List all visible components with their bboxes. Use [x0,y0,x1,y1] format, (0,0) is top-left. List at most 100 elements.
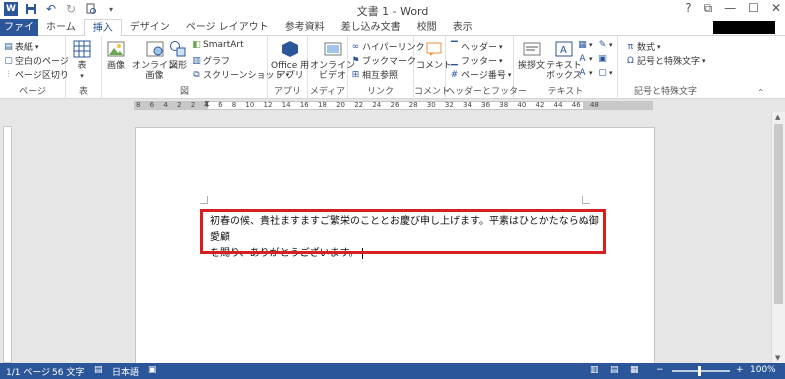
cover-page-button[interactable]: ▤ 表紙 ▾ [4,40,38,54]
text-box-icon: A [554,39,574,59]
maximize-button[interactable]: ☐ [748,1,759,16]
shapes-button[interactable]: 図形 [168,39,188,71]
group-header-footer: ▔ ヘッダー ▾ ▁ フッター ▾ # ページ番号 ▾ ヘッダーとフッター [446,36,528,99]
zoom-out-icon[interactable]: − [656,365,664,375]
chevron-down-icon: ▾ [702,56,706,65]
equation-button[interactable]: π 数式 ▾ [626,40,661,54]
page-break-button[interactable]: ⫶ ページ区切り [4,68,68,82]
picture-icon [106,39,126,59]
cross-reference-button[interactable]: ⊞ 相互参照 [351,68,398,82]
tab-home[interactable]: ホーム [38,19,84,36]
language[interactable]: 日本語 [112,365,139,378]
close-button[interactable]: ✕ [771,1,781,16]
group-media: オンライン ビデオ メディア [308,36,355,99]
minimize-button[interactable]: — [724,1,736,16]
tab-file[interactable]: ファイル [0,19,38,50]
scroll-up-icon[interactable]: ▲ [775,113,780,121]
tab-review[interactable]: 校閲 [409,19,445,36]
tab-view[interactable]: 表示 [445,19,481,36]
object-button[interactable]: ▢ ▾ [598,68,612,78]
chevron-down-icon: ▾ [589,68,593,77]
online-video-icon [323,39,343,59]
page-number-icon: # [450,69,459,80]
ribbon-display-button[interactable]: ⧉ [704,1,713,16]
quick-parts-button[interactable]: ▦ ▾ [578,40,593,50]
tab-insert[interactable]: 挿入 [83,19,122,37]
tab-page-layout[interactable]: ページ レイアウト [178,19,277,36]
group-label-text: テキスト [547,87,584,97]
table-button[interactable]: 表 ▾ [72,39,92,81]
text-box-button[interactable]: A テキスト ボックス [546,39,582,81]
chart-button[interactable]: ▥ グラフ [192,54,230,68]
page-break-icon: ⫶ [7,69,10,80]
zoom-slider-thumb[interactable] [698,366,701,376]
print-layout-icon[interactable]: ▤ [610,365,619,375]
ribbon-insert: ▤ 表紙 ▾ ▢ 空白のページ ⫶ ページ区切り ページ 表 ▾ 表 画像 オン… [0,36,785,99]
scroll-thumb[interactable] [774,124,783,304]
crop-mark-top-right [582,196,590,204]
chevron-down-icon: ▾ [589,54,593,63]
calendar-icon: ▣ [598,53,607,64]
highlight-box [200,209,606,254]
vertical-scrollbar[interactable]: ▲ ▼ [771,112,785,363]
group-tables: 表 ▾ 表 [66,36,102,99]
help-button[interactable]: ? [685,1,691,16]
proofing-icon[interactable]: ▤ [94,365,103,375]
signature-line-button[interactable]: ✎ ▾ [598,40,613,50]
tab-design[interactable]: デザイン [122,19,178,36]
scroll-down-icon[interactable]: ▼ [775,354,780,362]
horizontal-ruler[interactable]: 8 6 4 2 2 4 6 8 10 12 14 16 18 20 22 24 … [0,99,785,112]
link-icon: ∞ [351,41,360,52]
page-number-button[interactable]: # ページ番号 ▾ [450,68,512,82]
vertical-ruler-track [3,126,12,363]
date-time-button[interactable]: ▣ [598,53,607,64]
wordart-button[interactable]: A ▾ [578,53,593,64]
office-apps-button[interactable]: Office 用 アプリ [271,39,309,81]
read-mode-icon[interactable]: ▥ [590,365,599,375]
drop-cap-button[interactable]: A ▾ [578,67,593,78]
group-links: ∞ ハイパーリンク ⚑ ブックマーク ⊞ 相互参照 リンク [348,36,425,99]
group-label-illustrations: 図 [179,87,189,97]
omega-icon: Ω [627,55,634,66]
footer-button[interactable]: ▁ フッター ▾ [450,54,503,68]
header-icon: ▔ [451,41,458,52]
vertical-ruler [0,112,15,363]
group-pages: ▤ 表紙 ▾ ▢ 空白のページ ⫶ ページ区切り ページ [0,36,69,99]
collapse-ribbon-icon[interactable]: ⌃ [757,88,764,97]
zoom-in-icon[interactable]: + [736,365,744,375]
user-account[interactable] [713,21,775,34]
picture-button[interactable]: 画像 [106,39,126,71]
group-text: 挨拶文 A テキスト ボックス ▦ ▾ A ▾ A ▾ ✎ ▾ ▣ ▢ ▾ テキスト [514,36,618,99]
tab-mailings[interactable]: 差し込み文書 [333,19,409,36]
crop-mark-top-left [200,196,208,204]
smartart-button[interactable]: ◧ SmartArt [192,40,243,50]
symbol-button[interactable]: Ω 記号と特殊文字 ▾ [626,54,706,68]
indent-marker-icon[interactable]: ⧗ [204,99,210,109]
blank-page-button[interactable]: ▢ 空白のページ [4,54,69,68]
group-label-links: リンク [366,87,394,97]
wordart-icon: A [579,53,586,64]
footer-icon: ▁ [451,55,458,66]
web-layout-icon[interactable]: ▦ [630,365,639,375]
document-page[interactable]: 初春の候、貴社ますますご繁栄のこととお慶び申し上げます。平素はひとかたならぬ御愛… [135,127,655,363]
online-picture-icon [145,39,165,59]
page-count[interactable]: 1/1 ページ [6,365,50,378]
blank-page-icon: ▢ [4,55,13,66]
header-button[interactable]: ▔ ヘッダー ▾ [450,40,503,54]
macro-icon[interactable]: ▣ [148,365,157,375]
drop-cap-icon: A [579,67,586,78]
comment-icon [424,39,444,59]
title-bar: W ↶ ↻ ▾ 文書 1 - Word ? ⧉ — ☐ ✕ [0,0,785,19]
zoom-slider[interactable] [672,370,730,372]
tab-references[interactable]: 参考資料 [277,19,333,36]
cover-page-icon: ▤ [4,41,13,52]
chevron-down-icon: ▾ [589,40,593,49]
pi-icon: π [627,41,634,52]
zoom-level[interactable]: 100% [750,365,776,375]
status-bar: 1/1 ページ 56 文字 ▤ 日本語 ▣ ▥ ▤ ▦ − + 100% [0,363,785,379]
bookmark-button[interactable]: ⚑ ブックマーク [351,54,416,68]
greeting-button[interactable]: 挨拶文 [518,39,545,71]
group-label-header-footer: ヘッダーとフッター [446,87,528,97]
chart-icon: ▥ [192,55,201,66]
word-count[interactable]: 56 文字 [52,365,84,378]
